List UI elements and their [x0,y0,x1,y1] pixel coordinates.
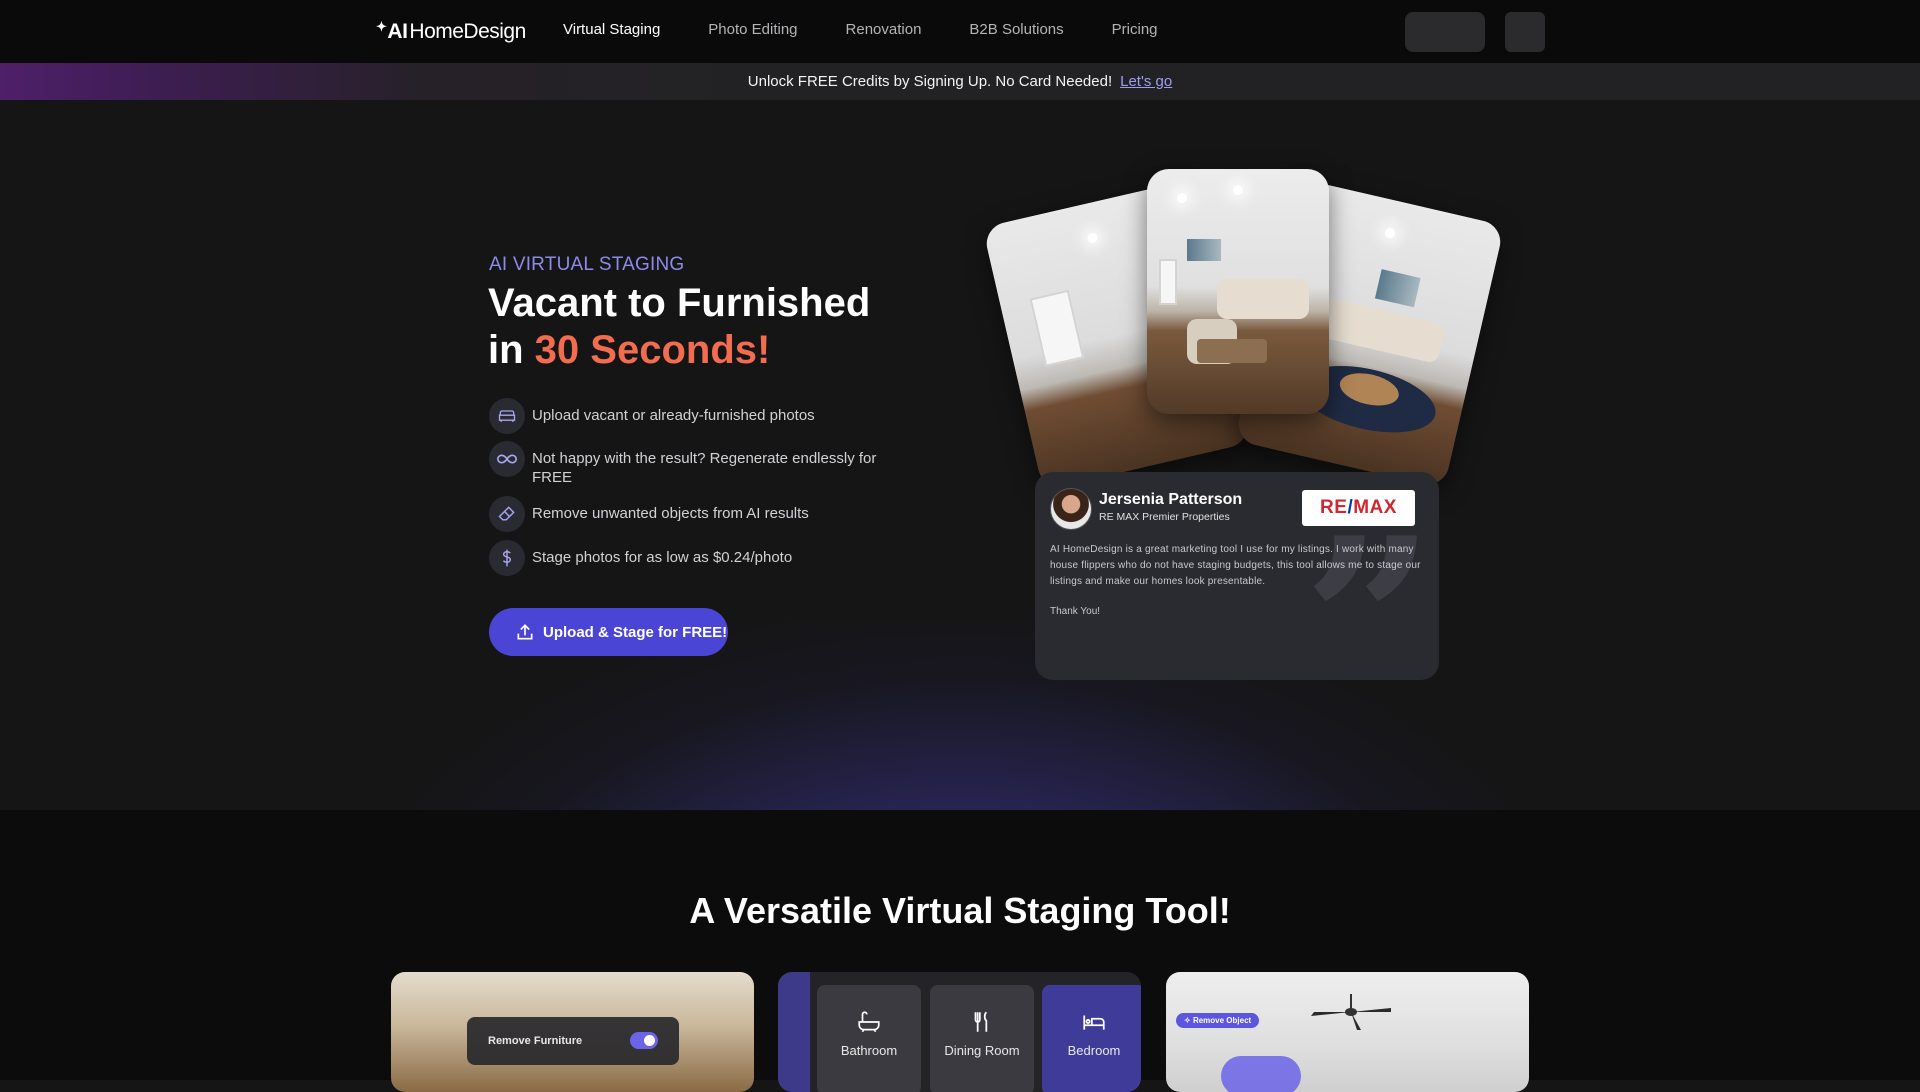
logo[interactable]: ✦ AI HomeDesign [376,18,526,46]
hero-eyebrow: AI VIRTUAL STAGING [489,254,685,275]
hero-title-line1: Vacant to Furnished [488,281,871,325]
hero-title-line2: in 30 Seconds! [488,327,908,374]
promo-text: Unlock FREE Credits by Signing Up. No Ca… [747,73,1113,90]
feature-card-room-types: Bathroom Dining Room Bedroom [778,972,1141,1092]
room-photo-center [1147,169,1329,414]
quote-mark-icon: ” [1302,488,1435,680]
remove-furniture-label: Remove Furniture [488,1035,583,1047]
room-chip-label: Bathroom [840,1043,898,1058]
infinity-icon [489,441,525,477]
nav-link-photo-editing[interactable]: Photo Editing [708,21,797,38]
upload-stage-button[interactable]: Upload & Stage for FREE! [489,608,728,656]
sofa-icon [489,398,525,434]
logo-homedesign-text: HomeDesign [409,20,526,43]
bathtub-icon [858,1011,880,1033]
nav-links: Virtual Staging Photo Editing Renovation… [563,21,1206,38]
upload-icon [517,624,533,640]
feature-text: Stage photos for as low as $0.24/photo [532,549,793,566]
room-chip-bedroom[interactable]: Bedroom [1042,985,1141,1092]
sparkle-icon: ✦ [376,19,387,34]
hero-title-in: in [488,328,535,372]
eraser-icon [489,496,525,532]
feature-item: Remove unwanted objects from AI results [489,496,892,532]
fork-knife-icon [974,1011,988,1032]
logo-ai-text: AI [387,20,408,43]
bed-icon [1083,1015,1105,1030]
promo-banner: Unlock FREE Credits by Signing Up. No Ca… [0,63,1920,100]
room-chip-bathroom[interactable]: Bathroom [817,985,921,1092]
remove-object-label: Remove Object [1192,1016,1252,1025]
room-chip-dining-room[interactable]: Dining Room [930,985,1034,1092]
remax-logo-max: MAX [1353,497,1397,518]
promo-link[interactable]: Let's go [1120,73,1172,90]
feature-card-remove-furniture: Remove Furniture [391,972,754,1092]
section-title: A Versatile Virtual Staging Tool! [689,890,1231,931]
testimonial-company: RE MAX Premier Properties [1099,511,1230,523]
dollar-icon [489,540,525,576]
feature-text: Not happy with the result? Regenerate en… [532,450,877,486]
feature-text: Remove unwanted objects from AI results [532,505,809,522]
remax-logo: RE / MAX [1302,490,1415,526]
testimonial-body: AI HomeDesign is a great marketing tool … [1050,544,1421,587]
menu-button-placeholder[interactable] [1505,12,1545,52]
feature-text: Upload vacant or already-furnished photo… [532,407,815,424]
nav-link-pricing[interactable]: Pricing [1112,21,1158,38]
room-chip-partial [778,972,810,1092]
hero-title-accent: 30 Seconds! [534,328,771,372]
testimonial-card: ” Jersenia Patterson RE MAX Premier Prop… [1035,472,1439,680]
features-section: A Versatile Virtual Staging Tool! Remove… [0,810,1920,1092]
remove-furniture-panel: Remove Furniture [467,1017,679,1065]
feature-item: Not happy with the result? Regenerate en… [489,441,892,487]
feature-item: Stage photos for as low as $0.24/photo [489,540,892,576]
remax-logo-re: RE [1320,497,1348,518]
nav-link-b2b-solutions[interactable]: B2B Solutions [969,21,1063,38]
room-chip-label: Bedroom [1067,1043,1121,1058]
remove-object-tag[interactable]: ✧ Remove Object [1176,1013,1260,1028]
nav-link-renovation[interactable]: Renovation [846,21,922,38]
nav-link-virtual-staging[interactable]: Virtual Staging [563,21,660,38]
hero-title: Vacant to Furnished in 30 Seconds! [488,280,908,374]
avatar [1050,488,1092,530]
testimonial-name: Jersenia Patterson [1099,491,1243,508]
remove-furniture-toggle[interactable] [630,1032,658,1049]
room-chip-label: Dining Room [944,1043,1020,1058]
hero-section: AI VIRTUAL STAGING Vacant to Furnished i… [0,100,1920,810]
feature-card-remove-object: ✧ Remove Object [1166,972,1529,1092]
object-mask [1221,1056,1301,1092]
feature-item: Upload vacant or already-furnished photo… [489,398,892,434]
login-button-placeholder[interactable] [1405,12,1485,52]
testimonial-thanks: Thank You! [1050,606,1101,617]
ceiling-fan-icon [1311,994,1391,1030]
top-navbar: ✦ AI HomeDesign Virtual Staging Photo Ed… [0,0,1920,63]
upload-stage-label: Upload & Stage for FREE! [543,623,728,641]
